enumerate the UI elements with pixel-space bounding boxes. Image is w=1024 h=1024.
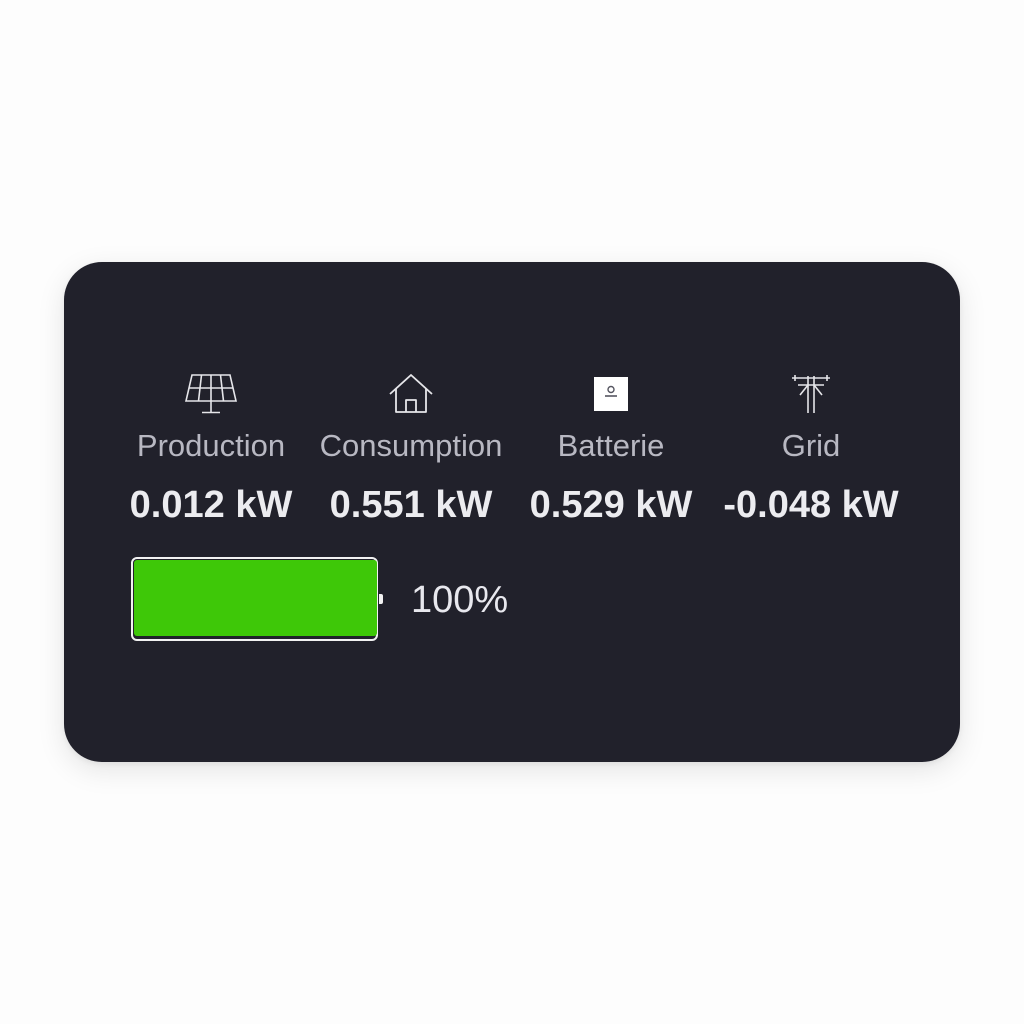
- battery-fill-bar: [134, 560, 377, 636]
- battery-level-indicator: [131, 557, 387, 645]
- metric-value: -0.048 kW: [723, 484, 899, 526]
- battery-terminal: [379, 594, 383, 604]
- metric-grid[interactable]: Grid -0.048 kW: [711, 372, 911, 532]
- metric-battery[interactable]: Batterie 0.529 kW: [511, 372, 711, 532]
- battery-unit-icon: [583, 372, 639, 416]
- energy-metrics-row: Production 0.012 kW Consumption 0.551 kW: [111, 372, 911, 532]
- solar-panel-icon: [183, 372, 239, 416]
- energy-widget-card: Production 0.012 kW Consumption 0.551 kW: [64, 262, 960, 762]
- metric-label: Grid: [781, 428, 841, 463]
- house-icon: [383, 372, 439, 416]
- metric-production[interactable]: Production 0.012 kW: [111, 372, 311, 532]
- power-pole-icon: [783, 372, 839, 416]
- battery-percent-text: 100%: [411, 579, 509, 621]
- metric-consumption[interactable]: Consumption 0.551 kW: [311, 372, 511, 532]
